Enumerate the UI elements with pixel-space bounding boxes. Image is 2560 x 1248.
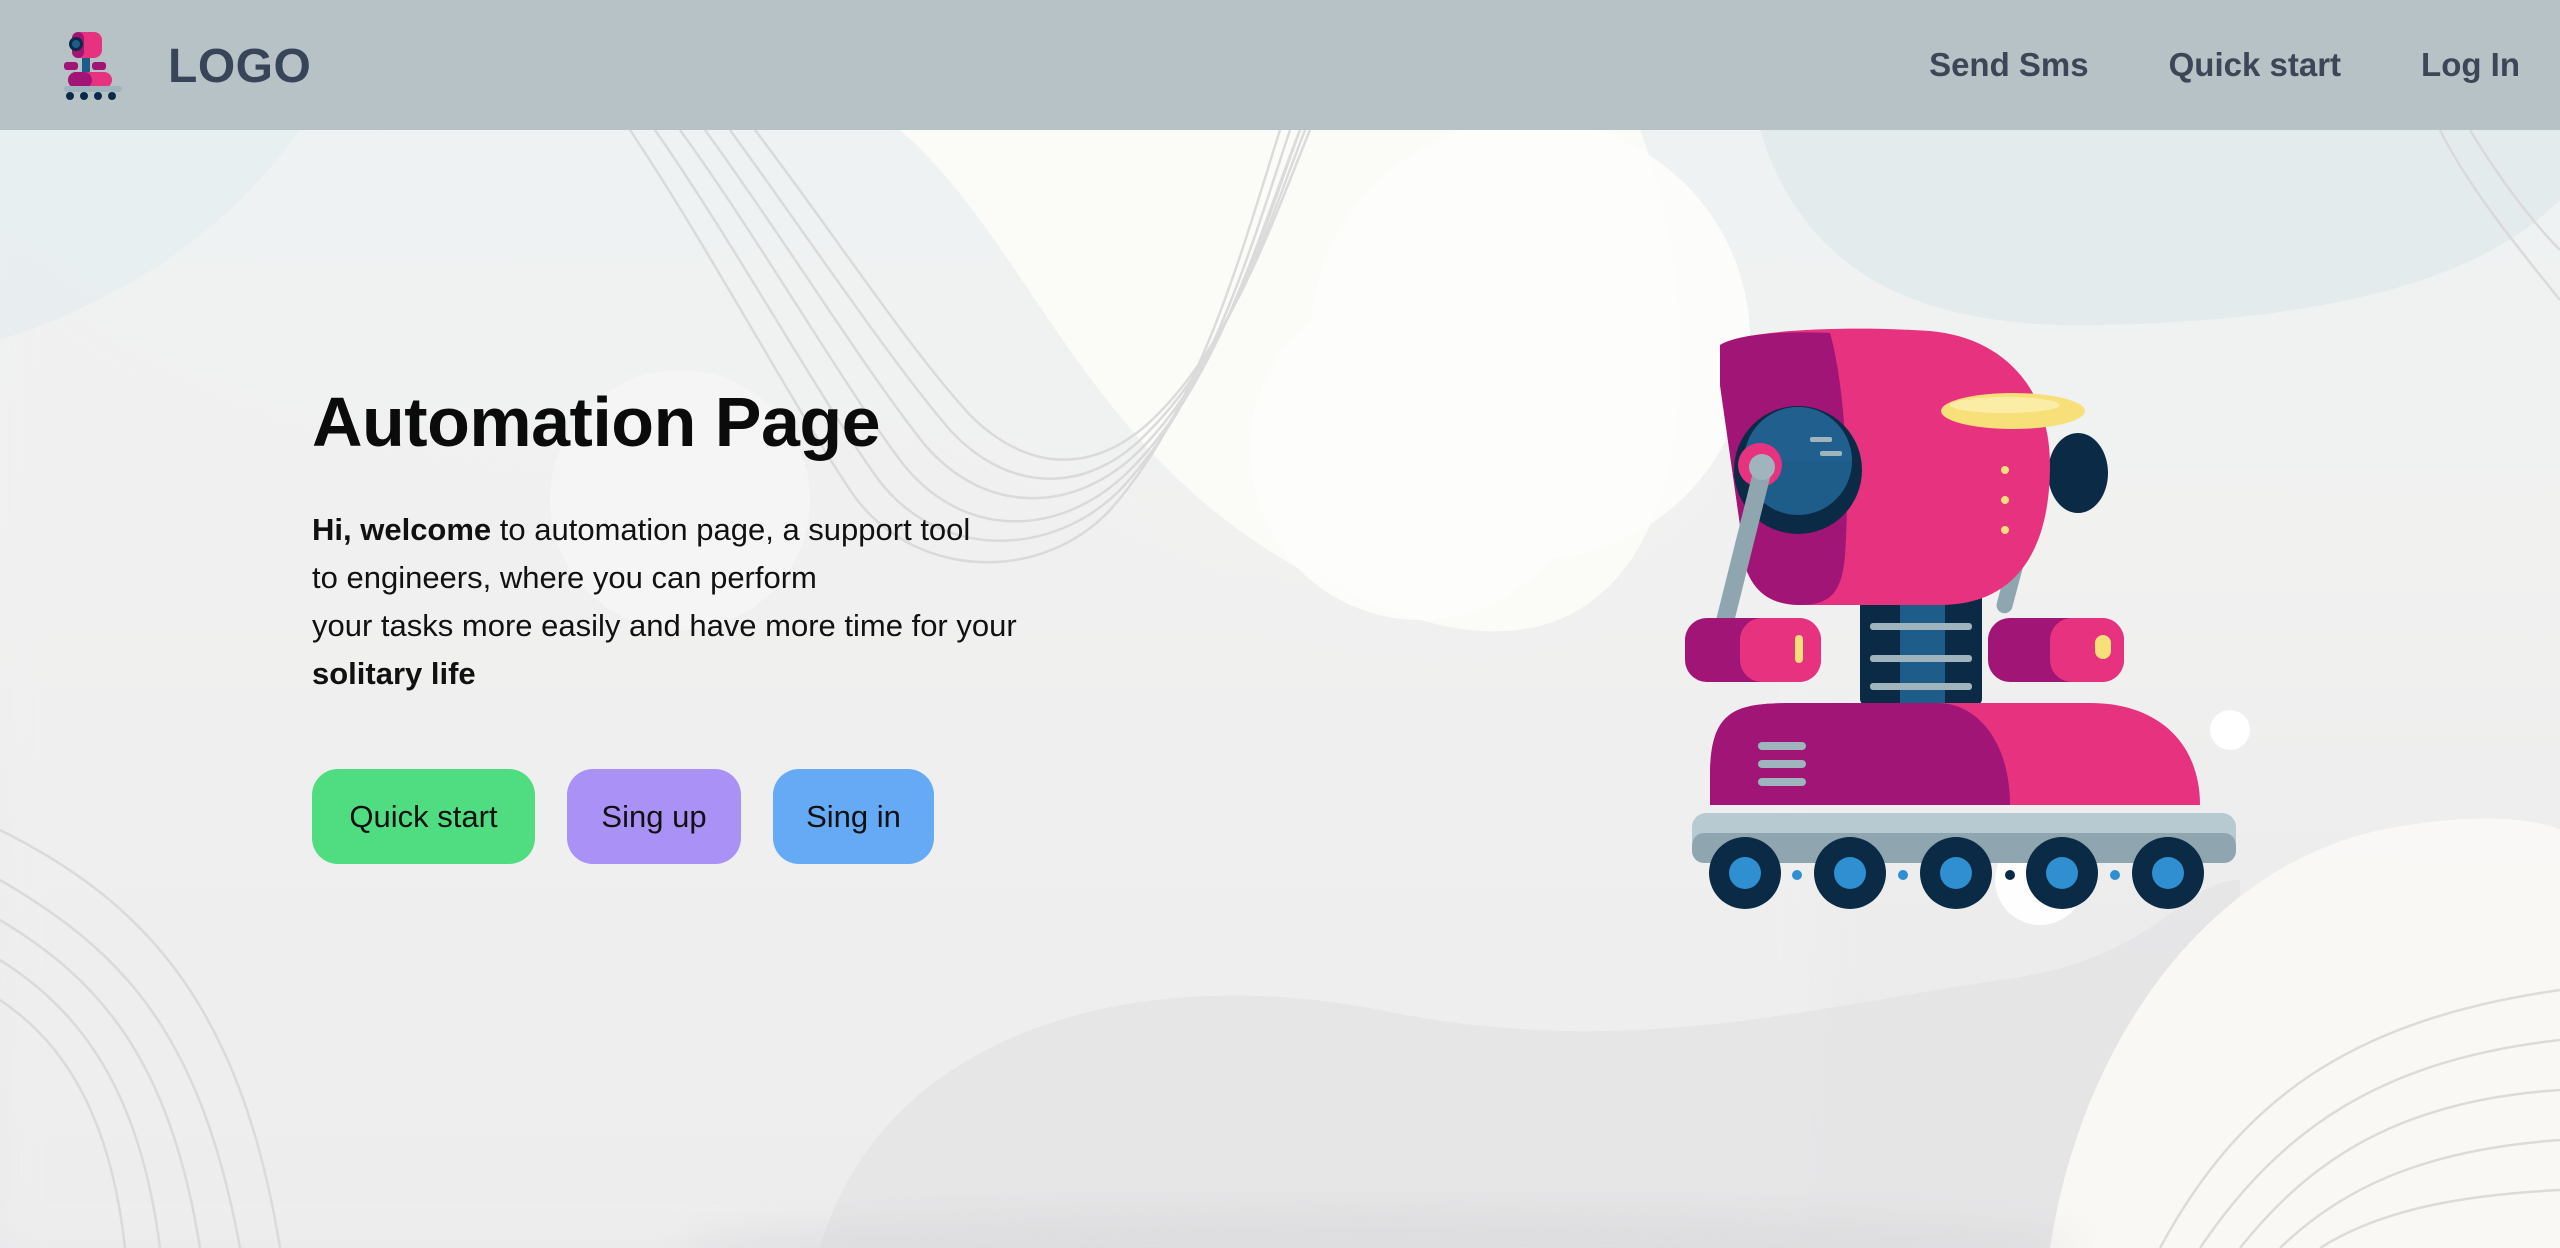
sign-in-button[interactable]: Sing in [773,769,934,864]
page-title: Automation Page [312,383,881,461]
nav-log-in-link[interactable]: Log In [2421,46,2520,84]
nav-send-sms-link[interactable]: Send Sms [1929,46,2089,84]
hero-section: Automation Page Hi, welcome to automatio… [312,380,1212,864]
logo-text: LOGO [168,39,312,93]
brand[interactable]: LOGO [60,30,311,102]
quick-start-button[interactable]: Quick start [312,769,535,864]
nav-quick-start-link[interactable]: Quick start [2169,46,2341,84]
top-navbar: LOGO Send Sms Quick start Log In [0,0,2560,130]
robot-illustration [1685,328,2236,909]
cta-buttons: Quick start Sing up Sing in [312,769,966,864]
intro-line-2: to engineers, where you can perform [312,560,817,595]
intro-line-1: to automation page, a support tool [491,512,971,547]
hero-description: Hi, welcome to automation page, a suppor… [312,506,1212,698]
intro-line-4-bold: solitary life [312,656,476,691]
main-nav: Send Sms Quick start Log In [1849,0,2520,130]
intro-line-3: your tasks more easily and have more tim… [312,608,1017,643]
robot-logo-icon [64,32,122,100]
intro-bold: Hi, welcome [312,512,492,547]
sign-up-button[interactable]: Sing up [567,769,741,864]
